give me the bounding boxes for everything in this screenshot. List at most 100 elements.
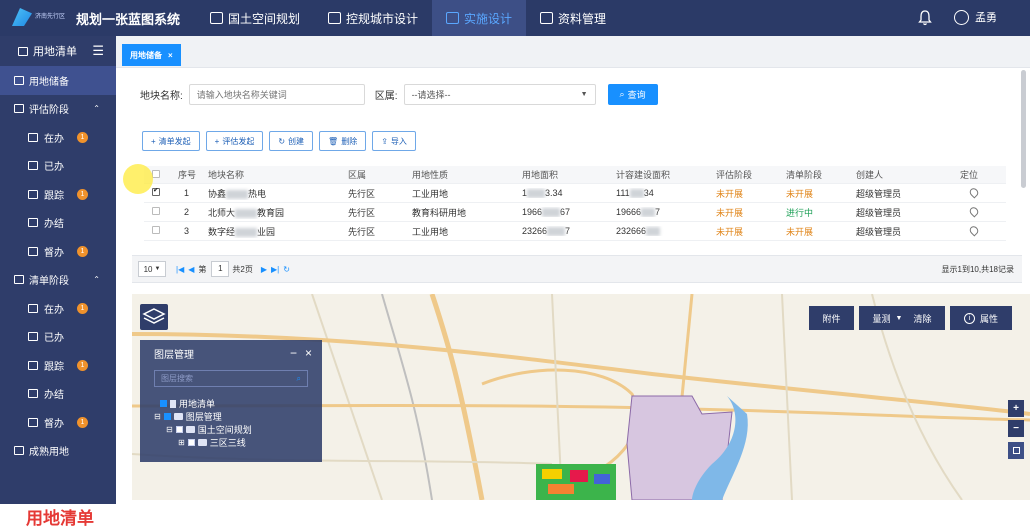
row-checkbox[interactable] — [152, 207, 160, 215]
nav-data-management[interactable]: 资料管理 — [526, 0, 620, 36]
import-button[interactable]: ⇪ 导入 — [372, 131, 416, 151]
file-icon — [170, 399, 176, 408]
map-view[interactable]: 附件 量测 ▼ 清除 i 属性 图层管理 − × 图层搜索 ⌕ 用地清单 ⊟ 图层管… — [132, 294, 1030, 500]
tree-item-layer-management[interactable]: ⊟ 图层管理 — [154, 410, 322, 423]
sidebar-item[interactable]: 督办 1 — [0, 408, 116, 437]
sidebar-item[interactable]: 跟踪 1 — [0, 351, 116, 380]
layer-search-input[interactable]: 图层搜索 ⌕ — [154, 370, 308, 387]
close-icon[interactable]: × — [168, 51, 173, 60]
name-search-input[interactable] — [188, 84, 365, 105]
app-logo[interactable]: 济南先行区 — [12, 6, 72, 28]
table-row[interactable]: 3 数字经 业园 先行区 工业用地 23266 7 232666 未开展 未开展 超级管理员 — [144, 222, 1006, 241]
clock-icon — [28, 246, 38, 256]
sidebar-item[interactable]: 成熟用地 — [0, 437, 116, 466]
sidebar-item[interactable]: 办结 — [0, 380, 116, 409]
button-label: 附件 — [822, 313, 841, 324]
create-button[interactable]: ↻ 创建 — [269, 131, 314, 151]
attachment-button[interactable]: 附件 — [809, 306, 854, 330]
next-page-icon[interactable]: ▶ — [261, 265, 267, 274]
attribute-button[interactable]: i 属性 — [950, 306, 1012, 330]
location-pin-icon[interactable] — [967, 225, 981, 237]
collapse-icon[interactable]: ⊟ — [166, 425, 173, 434]
land-area-suffix: 7 — [565, 225, 571, 236]
delete-button[interactable]: 🗑 删除 — [319, 131, 367, 151]
close-icon[interactable]: × — [305, 346, 312, 360]
refresh-icon[interactable]: ↻ — [283, 265, 290, 274]
tree-item-three-zones[interactable]: ⊞ 三区三线 — [154, 436, 322, 449]
eval-initiate-button[interactable]: + 评估发起 — [205, 131, 264, 151]
bell-icon[interactable] — [918, 10, 932, 26]
tab-strip: 用地储备 × — [116, 36, 1030, 68]
nav-land-planning[interactable]: 国土空间规划 — [196, 0, 314, 36]
top-nav: 国土空间规划 控规城市设计 实施设计 资料管理 — [196, 0, 620, 36]
tab-land-reserve[interactable]: 用地储备 × — [122, 44, 181, 66]
users-icon — [14, 104, 24, 114]
sidebar-item-label: 成熟用地 — [29, 447, 69, 459]
folder-icon — [185, 426, 195, 433]
redaction — [547, 227, 566, 237]
folder-icon — [197, 439, 207, 446]
tree-item-land-list[interactable]: 用地清单 — [154, 397, 322, 410]
zoom-out-button[interactable]: − — [1008, 420, 1024, 437]
checkbox[interactable] — [175, 426, 183, 433]
location-pin-icon[interactable] — [967, 206, 981, 218]
zoom-in-button[interactable]: + — [1008, 400, 1024, 417]
layers-icon[interactable] — [140, 304, 168, 330]
checkbox[interactable] — [160, 400, 167, 407]
page-number-input[interactable]: 1 — [211, 261, 230, 277]
sidebar-item[interactable]: 办结 — [0, 209, 116, 238]
row-checkbox[interactable] — [152, 226, 160, 234]
checkbox[interactable] — [163, 413, 171, 420]
district-select[interactable]: --请选择-- ▼ — [403, 84, 596, 105]
list-initiate-button[interactable]: + 清单发起 — [142, 131, 200, 151]
nav-city-design[interactable]: 控规城市设计 — [314, 0, 432, 36]
clipboard-icon — [28, 360, 38, 370]
row-checkbox[interactable] — [152, 188, 160, 196]
measure-button[interactable]: 量测 — [873, 312, 891, 325]
parcel-name-suffix: 教育园 — [257, 207, 285, 218]
expand-icon[interactable]: ⊞ — [178, 438, 185, 447]
minimize-icon[interactable]: − — [290, 346, 297, 360]
checkbox[interactable] — [152, 169, 160, 178]
user-name: 孟勇 — [975, 12, 997, 24]
checkbox[interactable] — [187, 439, 195, 446]
hamburger-icon[interactable]: ☰ — [92, 43, 104, 59]
sidebar-item[interactable]: 已办 — [0, 152, 116, 181]
search-icon: ⌕ — [619, 89, 625, 99]
table-row[interactable]: 1协鑫热电先行区工业用地13.3411134未开展未开展超级管理员 — [144, 184, 1006, 203]
vertical-scrollbar[interactable] — [1021, 70, 1026, 188]
sidebar-item[interactable]: 已办 — [0, 323, 116, 352]
first-page-icon[interactable]: |◀ — [176, 265, 184, 274]
page-size-select[interactable]: 10 ▼ — [138, 261, 166, 277]
prev-page-icon[interactable]: ◀ — [188, 265, 194, 274]
sidebar-item[interactable]: 在办 1 — [0, 294, 116, 323]
sidebar-item[interactable]: 用地储备 — [0, 66, 116, 95]
tree-item-land-planning[interactable]: ⊟ 国土空间规划 — [154, 423, 322, 436]
sidebar-item[interactable]: 清单阶段 ⌃ — [0, 266, 116, 295]
sidebar-item-label: 跟踪 — [44, 190, 64, 202]
sidebar-item-label: 用地储备 — [29, 76, 69, 88]
redaction — [641, 208, 656, 218]
count-badge: 1 — [77, 359, 88, 371]
last-page-icon[interactable]: ▶| — [271, 265, 279, 274]
collapse-icon[interactable]: ⊟ — [154, 412, 161, 421]
tree-label: 用地清单 — [179, 399, 216, 409]
location-pin-icon[interactable] — [967, 187, 981, 199]
sidebar-item[interactable]: 在办 1 — [0, 123, 116, 152]
sidebar-item[interactable]: 跟踪 1 — [0, 180, 116, 209]
search-button[interactable]: ⌕ 查询 — [607, 84, 658, 105]
count-badge: 1 — [77, 188, 88, 200]
logo-text: 济南先行区 — [35, 14, 66, 20]
nav-implementation[interactable]: 实施设计 — [432, 0, 527, 36]
land-area-cell: 23266 — [522, 225, 548, 236]
sidebar-item[interactable]: 评估阶段 ⌃ — [0, 95, 116, 124]
user-menu[interactable]: 孟勇 — [954, 9, 997, 25]
clear-button[interactable]: 清除 — [913, 312, 931, 325]
folder-icon — [540, 12, 554, 24]
top-bar: 济南先行区 规划一张蓝图系统 国土空间规划 控规城市设计 实施设计 资料管理 孟… — [0, 0, 1030, 36]
table-row[interactable]: 2 北师大 教育园 先行区 教育科研用地 1966 67 19666 7 未开展 进行中 超级管理员 — [144, 203, 1006, 222]
fullscreen-button[interactable] — [1008, 442, 1024, 459]
sidebar-item[interactable]: 督办 1 — [0, 237, 116, 266]
column-header: 用地面积 — [522, 170, 559, 180]
search-button-label: 查询 — [627, 90, 646, 100]
